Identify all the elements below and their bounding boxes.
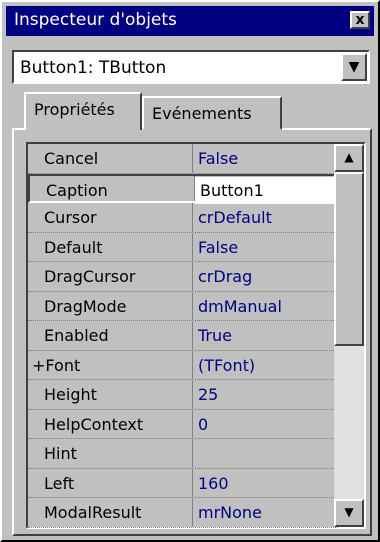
close-button[interactable]: x [350, 11, 370, 29]
property-value[interactable]: False [198, 149, 238, 168]
tab-properties-label: Propriétés [34, 100, 115, 119]
property-value[interactable]: (TFont) [198, 356, 255, 375]
column-divider[interactable] [192, 262, 193, 291]
column-divider[interactable] [192, 232, 193, 261]
property-row[interactable]: DragCursor crDrag [28, 262, 338, 292]
tab-events-label: Evénements [152, 104, 252, 123]
property-value[interactable]: crDrag [198, 267, 252, 286]
property-row[interactable]: Default False [28, 232, 338, 262]
column-divider[interactable] [192, 144, 193, 173]
property-name: DragCursor [44, 267, 136, 286]
scroll-thumb[interactable] [334, 172, 364, 346]
tab-properties[interactable]: Propriétés [24, 92, 142, 130]
property-name: Cursor [44, 208, 97, 227]
component-selector-value: Button1: TButton [20, 58, 167, 78]
property-value[interactable]: True [198, 326, 232, 345]
close-icon: x [355, 12, 365, 28]
property-row[interactable]: +Font (TFont) [28, 350, 338, 380]
column-divider[interactable] [192, 380, 193, 409]
scroll-up-button[interactable]: ▲ [334, 144, 364, 172]
column-divider[interactable] [192, 468, 193, 497]
column-divider[interactable] [194, 175, 195, 201]
column-divider[interactable] [192, 350, 193, 379]
property-grid: ModalResult mrNone Left 160 Hint HelpContext 0… [26, 142, 366, 529]
property-value[interactable]: dmManual [198, 297, 282, 316]
property-name: Enabled [44, 326, 109, 345]
property-row[interactable]: Enabled True [28, 321, 338, 351]
column-divider[interactable] [192, 409, 193, 438]
property-name: Hint [44, 444, 77, 463]
property-row[interactable]: Hint [28, 439, 338, 469]
column-divider[interactable] [192, 498, 193, 527]
column-divider[interactable] [192, 203, 193, 232]
scroll-down-button[interactable]: ▼ [334, 499, 364, 527]
property-value[interactable]: 0 [198, 415, 208, 434]
chevron-down-icon: ▼ [348, 59, 360, 75]
property-row[interactable]: Left 160 [28, 468, 338, 498]
column-divider[interactable] [192, 291, 193, 320]
property-name: Left [44, 473, 75, 493]
property-value[interactable]: crDefault [198, 208, 272, 227]
property-row[interactable]: Height 25 [28, 380, 338, 410]
window-title: Inspecteur d'objets [14, 10, 177, 30]
property-name: DragMode [44, 296, 127, 316]
property-value[interactable]: mrNone [198, 503, 262, 522]
vertical-scrollbar[interactable]: ▲ ▼ [334, 144, 364, 527]
property-name: Cancel [44, 149, 99, 168]
column-divider[interactable] [192, 321, 193, 350]
tab-events[interactable]: Evénements [142, 96, 282, 130]
property-value[interactable]: Button1 [200, 181, 264, 200]
property-value[interactable]: 25 [198, 385, 218, 404]
arrow-up-icon: ▲ [344, 150, 354, 164]
property-row[interactable]: HelpContext 0 [28, 409, 338, 439]
property-row[interactable]: Caption Button1 [28, 173, 338, 204]
property-row[interactable]: Cancel False [28, 144, 338, 174]
property-name: ModalResult [44, 503, 142, 522]
property-name: HelpContext [44, 414, 144, 434]
property-row[interactable]: ModalResult mrNone [28, 498, 338, 528]
title-bar[interactable]: Inspecteur d'objets x [6, 6, 374, 36]
property-name: Height [44, 385, 97, 404]
component-dropdown-button[interactable]: ▼ [341, 53, 367, 81]
property-name: +Font [32, 355, 81, 375]
property-name: Caption [46, 180, 108, 200]
column-divider[interactable] [192, 439, 193, 468]
arrow-down-icon: ▼ [344, 505, 354, 519]
property-row[interactable]: DragMode dmManual [28, 291, 338, 321]
component-selector[interactable]: Button1: TButton ▼ [12, 50, 370, 84]
property-value[interactable]: 160 [198, 474, 229, 493]
property-row[interactable]: Cursor crDefault [28, 203, 338, 233]
property-value[interactable]: False [198, 238, 238, 257]
property-name: Default [44, 237, 103, 257]
object-inspector-window: Inspecteur d'objets x Button1: TButton ▼… [0, 0, 380, 542]
